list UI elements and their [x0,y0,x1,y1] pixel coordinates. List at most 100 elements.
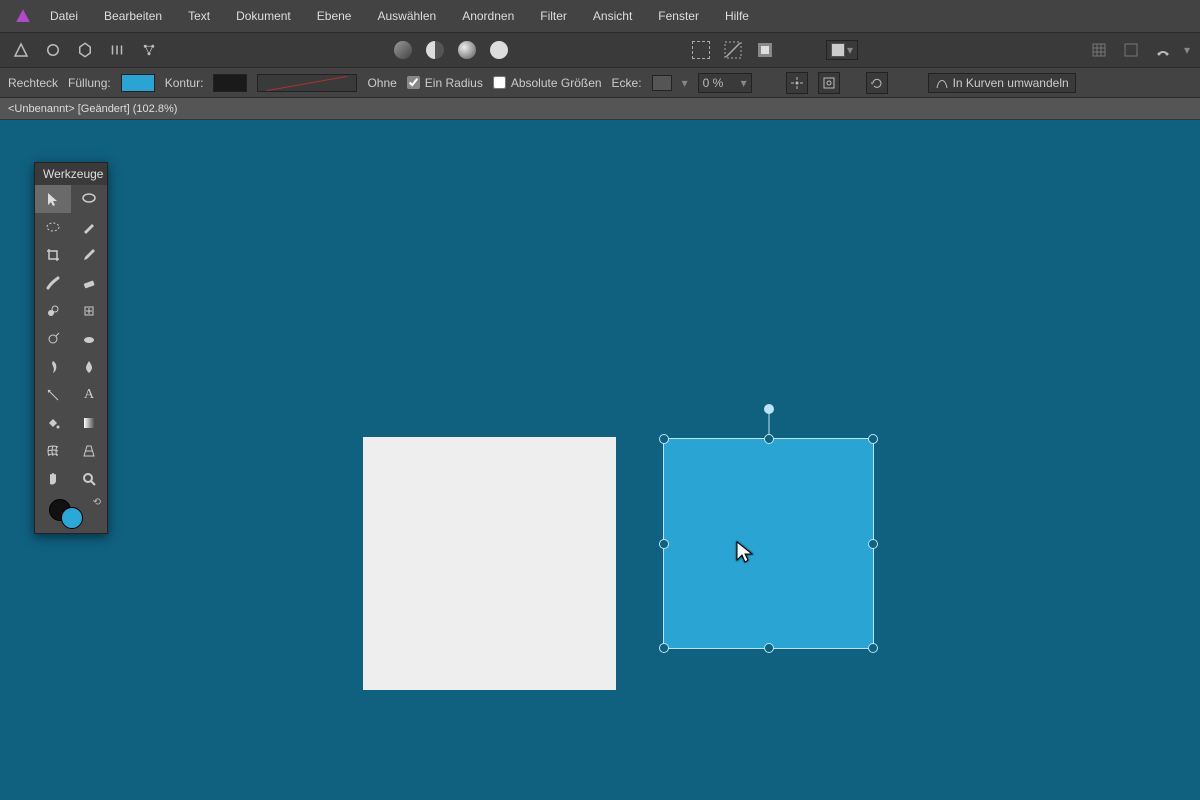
menu-hilfe[interactable]: Hilfe [713,3,761,29]
ellipse-select-tool[interactable] [35,213,71,241]
stroke-preview[interactable] [257,74,357,92]
menu-ansicht[interactable]: Ansicht [581,3,644,29]
handle-mr[interactable] [868,539,878,549]
paintbrush-tool[interactable] [71,213,107,241]
tone-map-persona-icon[interactable] [104,37,130,63]
menu-anordnen[interactable]: Anordnen [450,3,526,29]
shade-mode-1-icon[interactable] [390,37,416,63]
main-toolbar: ▾ ▾ [0,32,1200,68]
healing-tool[interactable] [71,297,107,325]
menubar: Datei Bearbeiten Text Dokument Ebene Aus… [0,0,1200,32]
develop-persona-icon[interactable] [72,37,98,63]
grid-toggle-icon[interactable] [1086,37,1112,63]
snapping-toggle-icon[interactable] [1150,37,1176,63]
menu-bearbeiten[interactable]: Bearbeiten [92,3,174,29]
lasso-select-tool[interactable] [71,185,107,213]
single-radius-checkbox[interactable]: Ein Radius [407,76,483,90]
dodge-tool[interactable] [35,325,71,353]
shade-mode-2-icon[interactable] [422,37,448,63]
quick-mask-combo[interactable]: ▾ [826,40,858,60]
context-toolbar: Rechteck Füllung: Kontur: Ohne Ein Radiu… [0,68,1200,98]
corner-percent-chevron-icon: ▾ [741,76,747,90]
convert-to-curves-label: In Kurven umwandeln [953,76,1069,90]
stroke-label: Kontur: [165,76,204,90]
menu-ebene[interactable]: Ebene [305,3,364,29]
menu-datei[interactable]: Datei [38,3,90,29]
handle-bm[interactable] [764,643,774,653]
selection-mode-1-icon[interactable] [688,37,714,63]
export-persona-icon[interactable] [136,37,162,63]
menu-auswaehlen[interactable]: Auswählen [365,3,448,29]
swap-colors-icon[interactable]: ⟲ [93,497,101,508]
stroke-style-label: Ohne [367,76,396,90]
convert-icon [935,76,949,90]
selection-mode-group [688,37,778,63]
snapping-dropdown-icon[interactable]: ▾ [1182,43,1192,57]
pen-tool[interactable] [35,381,71,409]
corner-type-chevron-icon[interactable]: ▾ [682,76,688,90]
document-tab[interactable]: <Unbenannt> [Geändert] (102.8%) [8,103,177,115]
flood-fill-tool[interactable] [35,409,71,437]
absolute-sizes-label: Absolute Größen [511,76,602,90]
corner-percent-value: 0 % [703,76,724,90]
handle-tr[interactable] [868,434,878,444]
corner-percent-field[interactable]: 0 % ▾ [698,73,752,93]
sponge-tool[interactable] [71,325,107,353]
shading-mode-group [390,37,512,63]
selection-bounding-box[interactable] [663,438,874,649]
handle-bl[interactable] [659,643,669,653]
right-toolbar-group: ▾ [1086,37,1192,63]
tools-grid: A [35,185,107,493]
menu-dokument[interactable]: Dokument [224,3,303,29]
menu-fenster[interactable]: Fenster [646,3,711,29]
gradient-tool[interactable] [71,409,107,437]
convert-to-curves-button[interactable]: In Kurven umwandeln [928,73,1076,93]
handle-ml[interactable] [659,539,669,549]
guides-toggle-icon[interactable] [1118,37,1144,63]
tools-panel[interactable]: Werkzeuge A [34,162,108,534]
brush-tool[interactable] [35,269,71,297]
color-wells[interactable]: ⟲ [35,493,107,533]
perspective-tool[interactable] [71,437,107,465]
align-center-icon[interactable] [786,72,808,94]
rotation-handle[interactable] [764,404,774,414]
blur-tool[interactable] [71,353,107,381]
handle-tm[interactable] [764,434,774,444]
document-tab-bar: <Unbenannt> [Geändert] (102.8%) [0,98,1200,120]
canvas[interactable]: Werkzeuge A [0,120,1200,800]
eraser-tool[interactable] [71,269,107,297]
rotation-icon[interactable] [866,72,888,94]
selection-mode-2-icon[interactable] [720,37,746,63]
front-color-well[interactable] [61,507,83,529]
single-radius-label: Ein Radius [425,76,483,90]
corner-label: Ecke: [612,76,642,90]
text-tool[interactable]: A [71,381,107,409]
burn-tool[interactable] [35,353,71,381]
crop-tool[interactable] [35,241,71,269]
menu-filter[interactable]: Filter [528,3,579,29]
zoom-tool[interactable] [71,465,107,493]
app-logo-icon [10,3,36,29]
liquify-persona-icon[interactable] [40,37,66,63]
absolute-sizes-checkbox[interactable]: Absolute Größen [493,76,602,90]
move-tool[interactable] [35,185,71,213]
handle-tl[interactable] [659,434,669,444]
fill-swatch[interactable] [121,74,155,92]
clone-tool[interactable] [35,297,71,325]
shade-mode-3-icon[interactable] [454,37,480,63]
fill-label: Füllung: [68,76,111,90]
hand-tool[interactable] [35,465,71,493]
handle-br[interactable] [868,643,878,653]
mesh-warp-tool[interactable] [35,437,71,465]
shape-type-label: Rechteck [8,76,58,90]
photo-persona-icon[interactable] [8,37,34,63]
tools-panel-title: Werkzeuge [35,163,107,185]
menu-text[interactable]: Text [176,3,222,29]
selection-mode-3-icon[interactable] [752,37,778,63]
color-picker-tool[interactable] [71,241,107,269]
show-bounds-icon[interactable] [818,72,840,94]
shade-mode-4-icon[interactable] [486,37,512,63]
canvas-shape-white-rect[interactable] [363,437,616,690]
corner-type-dropdown[interactable] [652,75,672,91]
stroke-swatch[interactable] [213,74,247,92]
